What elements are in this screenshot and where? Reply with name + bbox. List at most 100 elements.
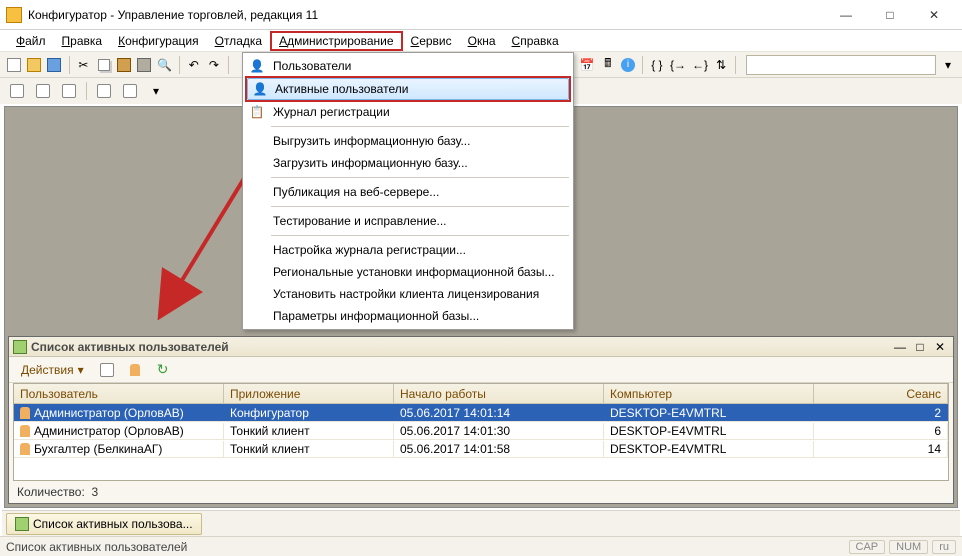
- admin-dropdown: 👤 Пользователи 👤Активные пользователи 📋 Журн…: [242, 52, 574, 330]
- statusbar: Список активных пользователей CAP NUM ru: [0, 536, 962, 556]
- menu-item-label: Журнал регистрации: [273, 105, 390, 119]
- count-label: Количество:: [17, 485, 85, 499]
- config-button-2[interactable]: [32, 80, 54, 102]
- users-icon: [13, 340, 27, 354]
- user-icon: [20, 407, 30, 419]
- menu-item-label: Установить настройки клиента лицензирова…: [273, 287, 539, 301]
- menu-item[interactable]: Региональные установки информационной ба…: [245, 261, 571, 283]
- table-row[interactable]: Администратор (ОрловАВ)Тонкий клиент05.0…: [14, 422, 948, 440]
- menu-item-label: Пользователи: [273, 59, 351, 73]
- menu-item[interactable]: 👤 Пользователи: [245, 55, 571, 77]
- menu-правка[interactable]: Правка: [54, 32, 111, 50]
- app-icon: [6, 7, 22, 23]
- menu-item-label: Публикация на веб-сервере...: [273, 185, 439, 199]
- menu-item-label: Выгрузить информационную базу...: [273, 134, 470, 148]
- menu-item[interactable]: Публикация на веб-сервере...: [245, 181, 571, 203]
- print-button[interactable]: [136, 54, 152, 76]
- search-input[interactable]: [746, 55, 936, 75]
- menu-item[interactable]: Тестирование и исправление...: [245, 210, 571, 232]
- refresh-button[interactable]: ↻: [152, 359, 174, 381]
- menu-конфигурация[interactable]: Конфигурация: [110, 32, 207, 50]
- close-button[interactable]: ✕: [912, 1, 956, 29]
- cut-button[interactable]: ✂: [75, 54, 91, 76]
- child-footer: Количество: 3: [9, 481, 953, 503]
- menu-item-label: Активные пользователи: [275, 82, 408, 96]
- child-titlebar[interactable]: Список активных пользователей ― □ ✕: [9, 337, 953, 357]
- th-app[interactable]: Приложение: [224, 384, 394, 403]
- menu-item[interactable]: Настройка журнала регистрации...: [245, 239, 571, 261]
- config-button-1[interactable]: [6, 80, 28, 102]
- taskbar: Список активных пользова...: [2, 510, 960, 536]
- window-title: Конфигуратор - Управление торговлей, ред…: [28, 8, 824, 22]
- calendar-button[interactable]: 📅: [579, 54, 596, 76]
- bracket2-button[interactable]: {→: [669, 54, 687, 76]
- copy-button[interactable]: [95, 54, 111, 76]
- table-header: Пользователь Приложение Начало работы Ко…: [14, 384, 948, 404]
- calculator-button[interactable]: 🖩: [600, 54, 616, 76]
- th-computer[interactable]: Компьютер: [604, 384, 814, 403]
- menu-item[interactable]: Установить настройки клиента лицензирова…: [245, 283, 571, 305]
- child-title: Список активных пользователей: [31, 340, 889, 354]
- count-value: 3: [91, 485, 98, 499]
- menu-item-label: Параметры информационной базы...: [273, 309, 479, 323]
- user-icon: [20, 443, 30, 455]
- th-start[interactable]: Начало работы: [394, 384, 604, 403]
- find-button[interactable]: 🔍: [156, 54, 173, 76]
- bracket3-button[interactable]: ←}: [691, 54, 709, 76]
- menu-справка[interactable]: Справка: [504, 32, 567, 50]
- menu-сервис[interactable]: Сервис: [403, 32, 460, 50]
- titlebar: Конфигуратор - Управление торговлей, ред…: [0, 0, 962, 30]
- menu-item[interactable]: Загрузить информационную базу...: [245, 152, 571, 174]
- menu-separator: [271, 126, 569, 127]
- undo-button[interactable]: ↶: [186, 54, 202, 76]
- info-button[interactable]: i: [620, 54, 636, 76]
- menu-администрирование[interactable]: Администрирование: [270, 31, 402, 51]
- menu-файл[interactable]: Файл: [8, 32, 54, 50]
- save-button[interactable]: [46, 54, 62, 76]
- bracket4-button[interactable]: ⇅: [713, 54, 729, 76]
- child-maximize[interactable]: □: [911, 339, 929, 355]
- maximize-button[interactable]: □: [868, 1, 912, 29]
- user-button[interactable]: [124, 359, 146, 381]
- child-close[interactable]: ✕: [931, 339, 949, 355]
- actions-menu[interactable]: Действия▾: [15, 361, 90, 379]
- task-button-active-users[interactable]: Список активных пользова...: [6, 513, 202, 535]
- menu-item[interactable]: 👤Активные пользователи: [247, 78, 569, 100]
- menu-separator: [271, 235, 569, 236]
- bracket1-button[interactable]: { }: [649, 54, 665, 76]
- child-toolbar: Действия▾ ↻: [9, 357, 953, 383]
- search-dropdown[interactable]: ▾: [940, 54, 956, 76]
- child-minimize[interactable]: ―: [891, 339, 909, 355]
- user-icon: [20, 425, 30, 437]
- open-button[interactable]: [26, 54, 42, 76]
- status-lang[interactable]: ru: [932, 540, 956, 554]
- view-button[interactable]: [96, 359, 118, 381]
- menu-item[interactable]: Параметры информационной базы...: [245, 305, 571, 327]
- table-row[interactable]: Администратор (ОрловАВ)Конфигуратор05.06…: [14, 404, 948, 422]
- menu-item-label: Загрузить информационную базу...: [273, 156, 468, 170]
- menu-item-label: Региональные установки информационной ба…: [273, 265, 555, 279]
- th-session[interactable]: Сеанс: [814, 384, 948, 403]
- menu-item-label: Тестирование и исправление...: [273, 214, 447, 228]
- config-button-3[interactable]: [58, 80, 80, 102]
- active-users-window: Список активных пользователей ― □ ✕ Дейс…: [8, 336, 954, 504]
- config-dropdown[interactable]: ▾: [145, 80, 167, 102]
- journal-icon: 📋: [249, 104, 265, 120]
- menu-separator: [271, 177, 569, 178]
- table-row[interactable]: Бухгалтер (БелкинаАГ)Тонкий клиент05.06.…: [14, 440, 948, 458]
- new-button[interactable]: [6, 54, 22, 76]
- user-icon: 👤: [249, 58, 265, 74]
- minimize-button[interactable]: ―: [824, 1, 868, 29]
- menu-item[interactable]: Выгрузить информационную базу...: [245, 130, 571, 152]
- users-icon: [15, 517, 29, 531]
- menu-separator: [271, 206, 569, 207]
- redo-button[interactable]: ↷: [206, 54, 222, 76]
- menu-item-label: Настройка журнала регистрации...: [273, 243, 466, 257]
- paste-button[interactable]: [116, 54, 132, 76]
- menu-окна[interactable]: Окна: [460, 32, 504, 50]
- config-button-4[interactable]: [93, 80, 115, 102]
- menu-item[interactable]: 📋 Журнал регистрации: [245, 101, 571, 123]
- menu-отладка[interactable]: Отладка: [207, 32, 270, 50]
- config-button-5[interactable]: [119, 80, 141, 102]
- th-user[interactable]: Пользователь: [14, 384, 224, 403]
